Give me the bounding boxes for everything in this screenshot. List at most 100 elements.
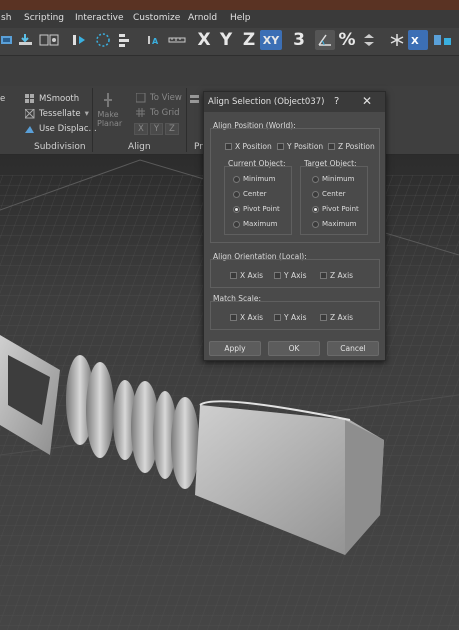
orient-y-axis-label: Y Axis bbox=[284, 271, 307, 280]
align-text-icon[interactable]: A bbox=[146, 30, 164, 50]
select-region-icon[interactable] bbox=[70, 30, 90, 50]
to-view-icon bbox=[136, 93, 146, 103]
menu-help[interactable]: Help bbox=[230, 13, 251, 23]
percent-snap-button[interactable]: % bbox=[338, 30, 355, 50]
to-view-button[interactable]: To View bbox=[136, 93, 182, 103]
radio-dot bbox=[233, 190, 240, 198]
snap-3d-button[interactable]: 3 bbox=[292, 30, 306, 50]
apply-button[interactable]: Apply bbox=[209, 341, 261, 356]
scale-z-axis-label: Z Axis bbox=[330, 313, 354, 322]
radio-dot bbox=[312, 205, 319, 213]
dialog-title-bar[interactable]: Align Selection (Object037) ? ✕ bbox=[204, 92, 385, 112]
bind-icon[interactable] bbox=[38, 30, 60, 50]
checkbox-box bbox=[274, 314, 281, 321]
menu-interactive[interactable]: Interactive bbox=[75, 13, 123, 23]
z-position-checkbox[interactable]: Z Position bbox=[328, 142, 375, 151]
y-position-label: Y Position bbox=[287, 142, 324, 151]
dialog-title: Align Selection (Object037) bbox=[208, 97, 325, 107]
displace-icon bbox=[25, 126, 34, 133]
checkbox-box bbox=[230, 314, 237, 321]
menu-arnold[interactable]: Arnold bbox=[188, 13, 217, 23]
select-by-name-icon[interactable] bbox=[117, 30, 137, 50]
link-icon[interactable] bbox=[0, 30, 14, 50]
ok-button[interactable]: OK bbox=[268, 341, 320, 356]
make-planar-button[interactable]: Make Planar bbox=[97, 92, 122, 128]
msmooth-button[interactable]: MSmooth bbox=[25, 94, 79, 104]
checkbox-box bbox=[320, 272, 327, 279]
properties-group-label: Pr bbox=[194, 142, 203, 152]
lasso-select-icon[interactable] bbox=[93, 30, 113, 50]
ribbon-separator bbox=[92, 88, 93, 152]
axis-z-button[interactable]: Z bbox=[242, 30, 256, 50]
scale-z-axis-checkbox[interactable]: Z Axis bbox=[320, 313, 353, 322]
checkbox-box bbox=[320, 314, 327, 321]
orient-y-axis-checkbox[interactable]: Y Axis bbox=[274, 271, 307, 280]
scale-x-axis-checkbox[interactable]: X Axis bbox=[230, 313, 263, 322]
axis-x-button[interactable]: X bbox=[197, 30, 211, 50]
menu-mesh[interactable]: sh bbox=[1, 13, 11, 23]
current-minimum-label: Minimum bbox=[243, 175, 276, 183]
align-tool-icon[interactable] bbox=[432, 30, 454, 50]
scale-y-axis-checkbox[interactable]: Y Axis bbox=[274, 313, 307, 322]
to-grid-button[interactable]: To Grid bbox=[136, 108, 180, 118]
use-displace-label: Use Displac... bbox=[39, 124, 97, 134]
align-y-button[interactable]: Y bbox=[149, 123, 164, 135]
spinner-snap-icon[interactable] bbox=[360, 30, 378, 50]
use-displace-button[interactable]: Use Displac... bbox=[25, 124, 97, 134]
radio-dot bbox=[312, 220, 319, 228]
main-toolbar: A X Y Z XY 3 % X bbox=[0, 28, 459, 56]
menu-scripting[interactable]: Scripting bbox=[24, 13, 64, 23]
orient-x-axis-checkbox[interactable]: X Axis bbox=[230, 271, 263, 280]
tessellate-label: Tessellate bbox=[39, 109, 81, 119]
y-position-checkbox[interactable]: Y Position bbox=[277, 142, 323, 151]
orient-z-axis-label: Z Axis bbox=[330, 271, 354, 280]
ribbon-cut-label: e bbox=[0, 94, 6, 104]
help-icon[interactable]: ? bbox=[334, 96, 339, 107]
subdivision-group-label: Subdivision bbox=[34, 142, 86, 152]
mirror-icon[interactable]: X bbox=[408, 30, 428, 50]
snowflake-icon[interactable] bbox=[388, 30, 406, 50]
target-maximum-label: Maximum bbox=[322, 220, 357, 228]
current-minimum-radio[interactable]: Minimum bbox=[233, 175, 275, 183]
properties-icon[interactable] bbox=[190, 94, 200, 104]
align-axis-buttons: X Y Z bbox=[134, 123, 179, 135]
align-selection-dialog: Align Selection (Object037) ? ✕ Align Po… bbox=[203, 91, 386, 361]
unlink-icon[interactable] bbox=[17, 30, 35, 50]
target-pivot-radio[interactable]: Pivot Point bbox=[312, 205, 359, 213]
menu-customize[interactable]: Customize bbox=[133, 13, 180, 23]
x-position-checkbox[interactable]: X Position bbox=[225, 142, 272, 151]
to-grid-label: To Grid bbox=[150, 108, 180, 118]
target-maximum-radio[interactable]: Maximum bbox=[312, 220, 357, 228]
align-group-label: Align bbox=[128, 142, 151, 152]
target-minimum-radio[interactable]: Minimum bbox=[312, 175, 354, 183]
align-z-button[interactable]: Z bbox=[165, 123, 179, 135]
angle-snap-icon[interactable] bbox=[315, 30, 335, 50]
current-maximum-radio[interactable]: Maximum bbox=[233, 220, 278, 228]
current-center-radio[interactable]: Center bbox=[233, 190, 267, 198]
current-pivot-radio[interactable]: Pivot Point bbox=[233, 205, 280, 213]
tessellate-button[interactable]: Tessellate ▾ bbox=[25, 109, 89, 119]
current-center-label: Center bbox=[243, 190, 267, 198]
cancel-button[interactable]: Cancel bbox=[327, 341, 379, 356]
current-pivot-label: Pivot Point bbox=[243, 205, 280, 213]
radio-dot bbox=[312, 190, 319, 198]
axis-xy-button[interactable]: XY bbox=[260, 30, 282, 50]
radio-dot bbox=[233, 175, 240, 183]
checkbox-box bbox=[328, 143, 335, 150]
target-center-label: Center bbox=[322, 190, 346, 198]
measure-icon[interactable] bbox=[168, 30, 186, 50]
radio-dot bbox=[312, 175, 319, 183]
z-position-label: Z Position bbox=[338, 142, 375, 151]
orient-z-axis-checkbox[interactable]: Z Axis bbox=[320, 271, 353, 280]
current-maximum-label: Maximum bbox=[243, 220, 278, 228]
tessellate-icon bbox=[25, 109, 35, 119]
svg-text:A: A bbox=[152, 37, 159, 46]
to-view-label: To View bbox=[150, 93, 182, 103]
x-position-label: X Position bbox=[235, 142, 272, 151]
target-center-radio[interactable]: Center bbox=[312, 190, 346, 198]
svg-text:X: X bbox=[411, 36, 419, 47]
align-x-button[interactable]: X bbox=[134, 123, 148, 135]
axis-y-button[interactable]: Y bbox=[219, 30, 233, 50]
close-icon[interactable]: ✕ bbox=[362, 94, 372, 108]
target-minimum-label: Minimum bbox=[322, 175, 355, 183]
